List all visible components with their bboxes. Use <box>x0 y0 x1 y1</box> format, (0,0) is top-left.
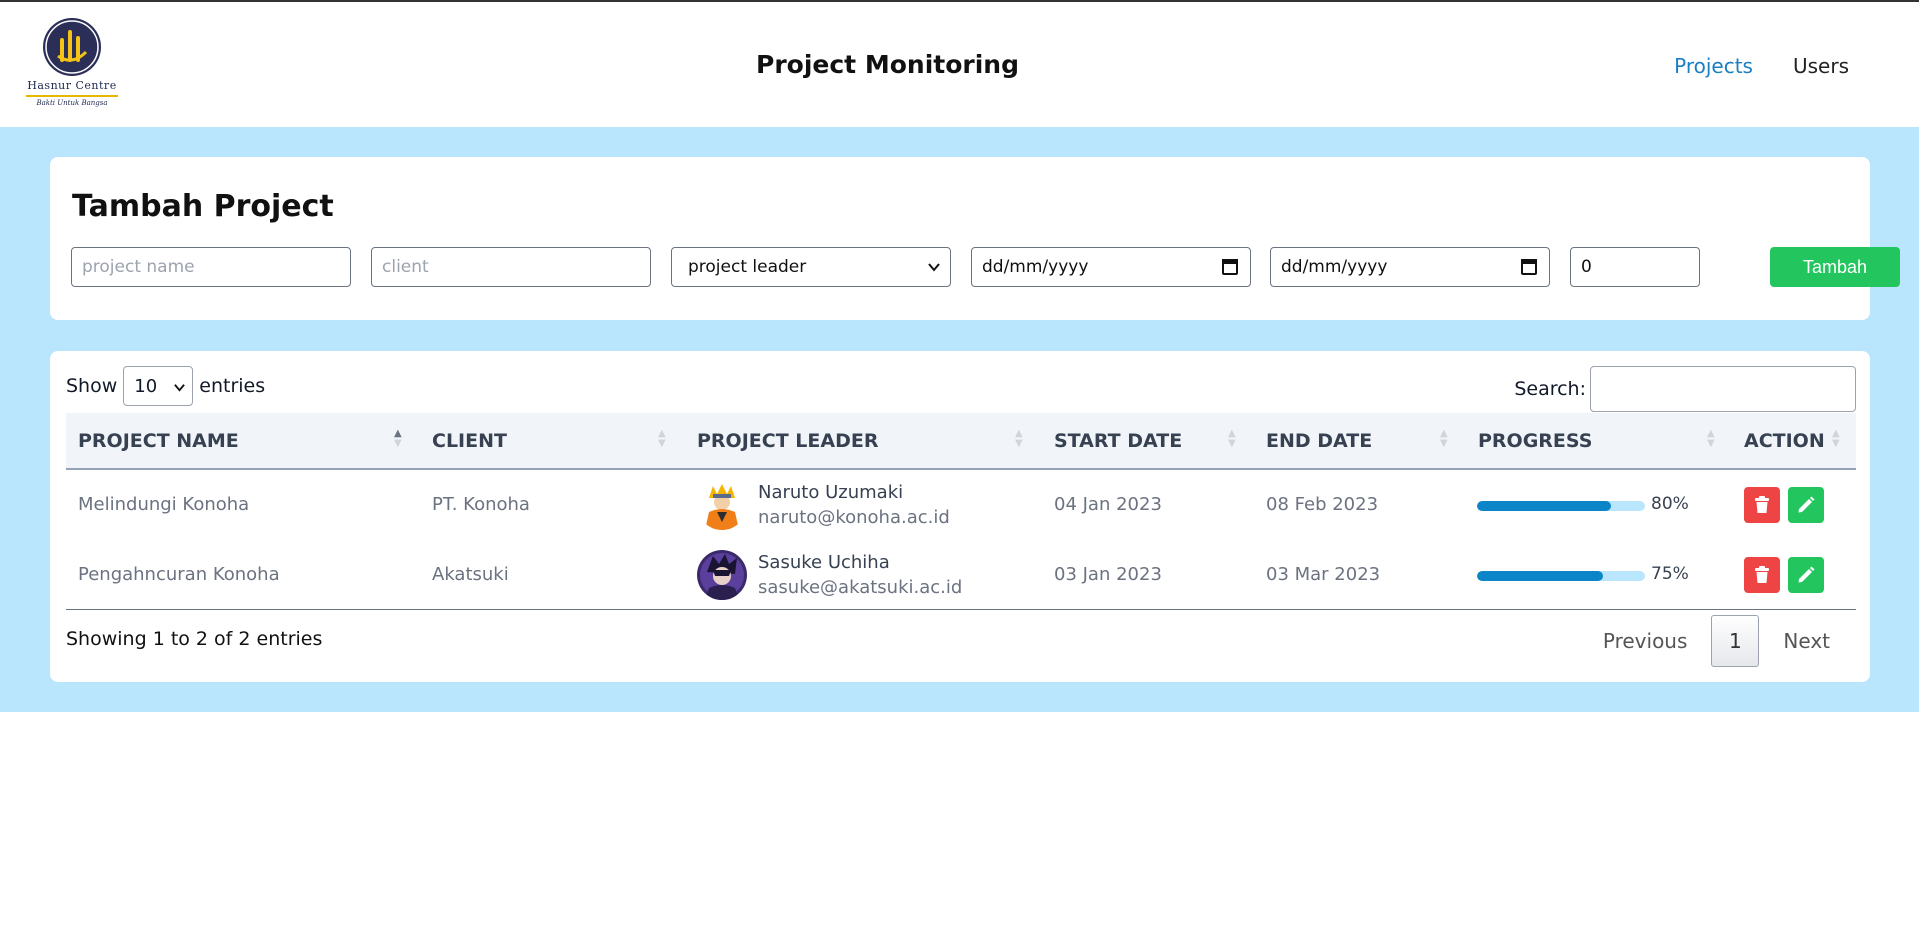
pencil-icon <box>1798 496 1815 513</box>
nav-link-users[interactable]: Users <box>1793 54 1849 78</box>
cell-start-date: 04 Jan 2023 <box>1054 494 1162 515</box>
project-name-input[interactable]: project name <box>71 247 351 287</box>
client-input[interactable]: client <box>371 247 651 287</box>
pagination-page-1[interactable]: 1 <box>1711 615 1760 667</box>
pagination-next[interactable]: Next <box>1783 629 1830 653</box>
table-row: Melindungi Konoha PT. Konoha Naruto Uzum… <box>66 470 1856 540</box>
cell-client: Akatsuki <box>432 564 509 585</box>
entries-select[interactable]: 10 <box>123 366 194 406</box>
sort-icon[interactable]: ▲ ▼ <box>394 429 404 449</box>
progress-percent: 75% <box>1651 564 1689 584</box>
navbar: Hasnur Centre Bakti Untuk Bangsa Project… <box>0 2 1919 127</box>
progress-bar-fill <box>1477 571 1603 581</box>
start-date-value: dd/mm/yyyy <box>982 257 1089 277</box>
sort-icon[interactable]: ▲ ▼ <box>1832 429 1842 449</box>
cell-client: PT. Konoha <box>432 494 530 515</box>
entries-length-control: Show 10 entries <box>66 366 265 406</box>
calendar-icon[interactable] <box>1222 259 1238 275</box>
page-title: Project Monitoring <box>756 50 1019 79</box>
table-info: Showing 1 to 2 of 2 entries <box>66 628 323 650</box>
search-input[interactable] <box>1590 366 1856 412</box>
add-project-card: Tambah Project project name client proje… <box>50 157 1900 320</box>
cell-end-date: 08 Feb 2023 <box>1266 494 1379 515</box>
cell-start-date: 03 Jan 2023 <box>1054 564 1162 585</box>
edit-button[interactable] <box>1788 557 1824 593</box>
start-date-input[interactable]: dd/mm/yyyy <box>971 247 1251 287</box>
add-project-form: project name client project leader dd/mm… <box>71 247 1900 287</box>
sort-icon[interactable]: ▲ ▼ <box>658 429 668 449</box>
sort-icon[interactable]: ▲ ▼ <box>1015 429 1025 449</box>
entries-label: entries <box>199 375 266 397</box>
sort-icon[interactable]: ▲ ▼ <box>1440 429 1450 449</box>
trash-icon <box>1755 566 1769 583</box>
entries-select-value: 10 <box>134 375 158 397</box>
sort-icon[interactable]: ▲ ▼ <box>1707 429 1717 449</box>
sasuke-avatar-icon <box>697 550 747 600</box>
table-search: Search: <box>1514 366 1856 412</box>
project-leader-select-value: project leader <box>688 257 807 277</box>
naruto-avatar-icon <box>697 480 747 530</box>
progress-input[interactable]: 0 <box>1570 247 1700 287</box>
calendar-icon[interactable] <box>1521 259 1537 275</box>
cell-leader-email: sasuke@akatsuki.ac.id <box>758 577 963 598</box>
show-label: Show <box>66 375 118 397</box>
cell-project-name: Melindungi Konoha <box>78 494 250 515</box>
table-header: PROJECT NAME ▲ ▼ CLIENT ▲ ▼ PROJECT LEADER… <box>66 413 1856 470</box>
pagination: Previous 1 Next <box>1603 615 1830 667</box>
search-label: Search: <box>1514 378 1586 400</box>
progress-bar <box>1477 501 1645 511</box>
tambah-button[interactable]: Tambah <box>1770 247 1900 287</box>
trash-icon <box>1755 496 1769 513</box>
main-nav: Projects Users <box>1674 54 1849 78</box>
sort-icon[interactable]: ▲ ▼ <box>1228 429 1238 449</box>
projects-table-card: Show 10 entries Search: PROJECT NAME ▲ ▼ … <box>50 351 1870 682</box>
table-controls: Show 10 entries Search: <box>66 366 1856 412</box>
logo-name: Hasnur Centre <box>27 79 117 92</box>
add-project-title: Tambah Project <box>72 189 334 224</box>
edit-button[interactable] <box>1788 487 1824 523</box>
cell-leader-name: Sasuke Uchiha <box>758 552 890 573</box>
pagination-previous[interactable]: Previous <box>1603 629 1688 653</box>
delete-button[interactable] <box>1744 557 1780 593</box>
table-row: Pengahncuran Konoha Akatsuki Sasuke Uchi… <box>66 540 1856 610</box>
column-header-end-date[interactable]: END DATE <box>1266 430 1372 452</box>
cell-end-date: 03 Mar 2023 <box>1266 564 1381 585</box>
progress-bar-fill <box>1477 501 1612 511</box>
pencil-icon <box>1798 566 1815 583</box>
column-header-progress[interactable]: PROGRESS <box>1478 430 1592 452</box>
avatar <box>697 480 747 530</box>
column-header-project-leader[interactable]: PROJECT LEADER <box>697 430 878 452</box>
progress-percent: 80% <box>1651 494 1689 514</box>
end-date-value: dd/mm/yyyy <box>1281 257 1388 277</box>
chevron-down-icon <box>174 384 186 392</box>
column-header-client[interactable]: CLIENT <box>432 430 507 452</box>
end-date-input[interactable]: dd/mm/yyyy <box>1270 247 1550 287</box>
cell-leader-email: naruto@konoha.ac.id <box>758 507 950 528</box>
cell-leader-name: Naruto Uzumaki <box>758 482 904 503</box>
delete-button[interactable] <box>1744 487 1780 523</box>
column-header-start-date[interactable]: START DATE <box>1054 430 1182 452</box>
logo-underline <box>26 95 118 97</box>
avatar <box>697 550 747 600</box>
logo-tagline: Bakti Untuk Bangsa <box>36 99 108 107</box>
column-header-action[interactable]: ACTION <box>1744 430 1825 452</box>
cell-project-name: Pengahncuran Konoha <box>78 564 280 585</box>
column-header-project-name[interactable]: PROJECT NAME <box>78 430 239 452</box>
main-content: Tambah Project project name client proje… <box>0 127 1919 712</box>
chevron-down-icon <box>928 263 940 272</box>
progress-bar <box>1477 571 1645 581</box>
nav-link-projects[interactable]: Projects <box>1674 54 1753 78</box>
project-leader-select[interactable]: project leader <box>671 247 951 287</box>
